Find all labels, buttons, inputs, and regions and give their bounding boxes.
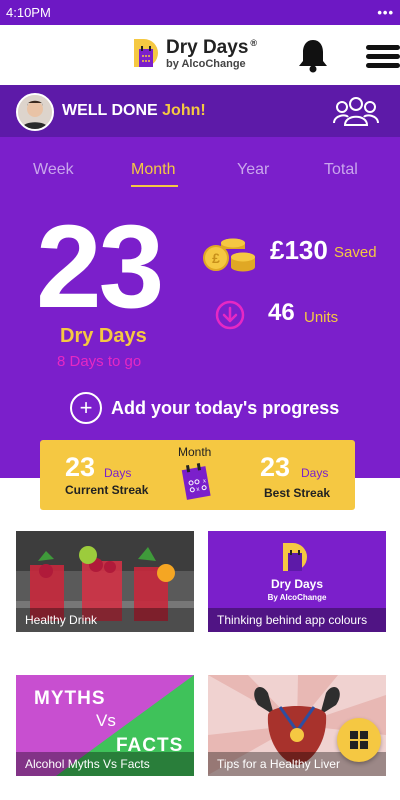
tab-month[interactable]: Month (131, 161, 175, 179)
best-streak-unit: Days (301, 466, 329, 480)
status-bar: 4:10PM ••• (0, 0, 400, 25)
status-menu-dots: ••• (377, 5, 394, 20)
coins-icon: £ (203, 238, 255, 272)
status-time: 4:10PM (6, 5, 51, 20)
logo-mark-icon (134, 39, 158, 67)
logo-mark-icon (283, 543, 307, 571)
tile-app-colours[interactable]: Dry Days By AlcoChange Thinking behind a… (208, 531, 386, 632)
period-tabs: Week Month Year Total (0, 161, 400, 191)
best-streak-value: 23 (260, 452, 291, 482)
dashboard-panel: WELL DONE John! Week Month Year Total 23… (0, 85, 400, 510)
dry-days-count: 23 (36, 201, 164, 333)
tab-week[interactable]: Week (33, 161, 74, 179)
down-arrow-circle-icon (215, 300, 245, 330)
add-progress-label: Add your today's progress (111, 397, 340, 418)
tile-vs-text: Vs (96, 711, 116, 730)
avatar-face-icon (18, 95, 52, 129)
active-tab-underline (131, 185, 178, 187)
tile-healthy-drink[interactable]: Healthy Drink (16, 531, 194, 632)
hamburger-menu-icon[interactable] (366, 45, 400, 69)
registered-mark: ® (250, 37, 258, 48)
svg-text:£: £ (212, 250, 220, 266)
saved-label: Saved (334, 244, 377, 261)
streak-period: Month (178, 445, 212, 459)
grid-menu-button[interactable] (337, 718, 381, 762)
tab-year[interactable]: Year (237, 161, 269, 179)
grid-icon (350, 731, 368, 749)
dry-days-label: Dry Days (60, 325, 147, 347)
saved-amount: £130 (270, 235, 328, 265)
tile-caption: Healthy Drink (16, 608, 194, 632)
streak-card: 23 Days Current Streak Month x x 23 Days… (40, 440, 355, 510)
tile-logo-title: Dry Days (270, 577, 324, 591)
tile-myths-text: MYTHS (34, 688, 106, 709)
app-logo: Dry Days ® by AlcoChange (132, 37, 257, 71)
greeting-name: John! (162, 102, 206, 119)
app-byline: by AlcoChange (166, 58, 246, 70)
bell-icon[interactable] (296, 37, 330, 73)
app-header: Dry Days ® by AlcoChange (0, 25, 400, 85)
current-streak-value: 23 (65, 452, 96, 482)
greeting-text: WELL DONE John! (62, 102, 206, 120)
best-streak-label: Best Streak (264, 486, 331, 500)
add-progress-button[interactable]: + Add your today's progress (70, 392, 339, 424)
tab-total[interactable]: Total (324, 161, 358, 179)
plus-circle-icon: + (70, 392, 102, 424)
greeting-prefix: WELL DONE (62, 102, 163, 119)
units-value: 46 (268, 299, 295, 326)
calendar-icon: x x (181, 463, 211, 500)
current-streak-label: Current Streak (65, 483, 149, 497)
tile-caption: Alcohol Myths Vs Facts (16, 752, 194, 776)
units-label: Units (304, 309, 339, 326)
tile-myths-facts[interactable]: MYTHS Vs FACTS Alcohol Myths Vs Facts (16, 675, 194, 776)
avatar[interactable] (16, 93, 54, 131)
days-to-go: 8 Days to go (57, 353, 142, 370)
tile-logo-sub: By AlcoChange (267, 593, 327, 602)
greeting-bar: WELL DONE John! (0, 85, 400, 137)
app-name: Dry Days (166, 37, 249, 58)
tile-caption: Thinking behind app colours (208, 608, 386, 632)
friends-icon[interactable] (332, 95, 380, 127)
current-streak-unit: Days (104, 466, 132, 480)
